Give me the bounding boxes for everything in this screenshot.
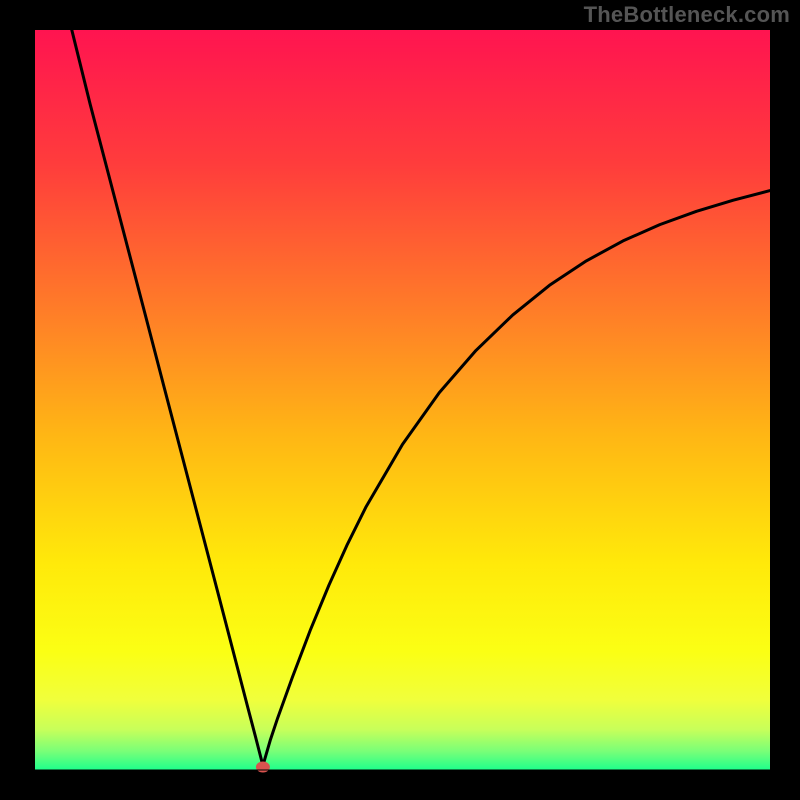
watermark-text: TheBottleneck.com [584,2,790,28]
chart-frame: TheBottleneck.com [0,0,800,800]
plot-background [35,30,770,770]
optimal-point-marker [256,762,270,773]
bottleneck-chart [0,0,800,800]
